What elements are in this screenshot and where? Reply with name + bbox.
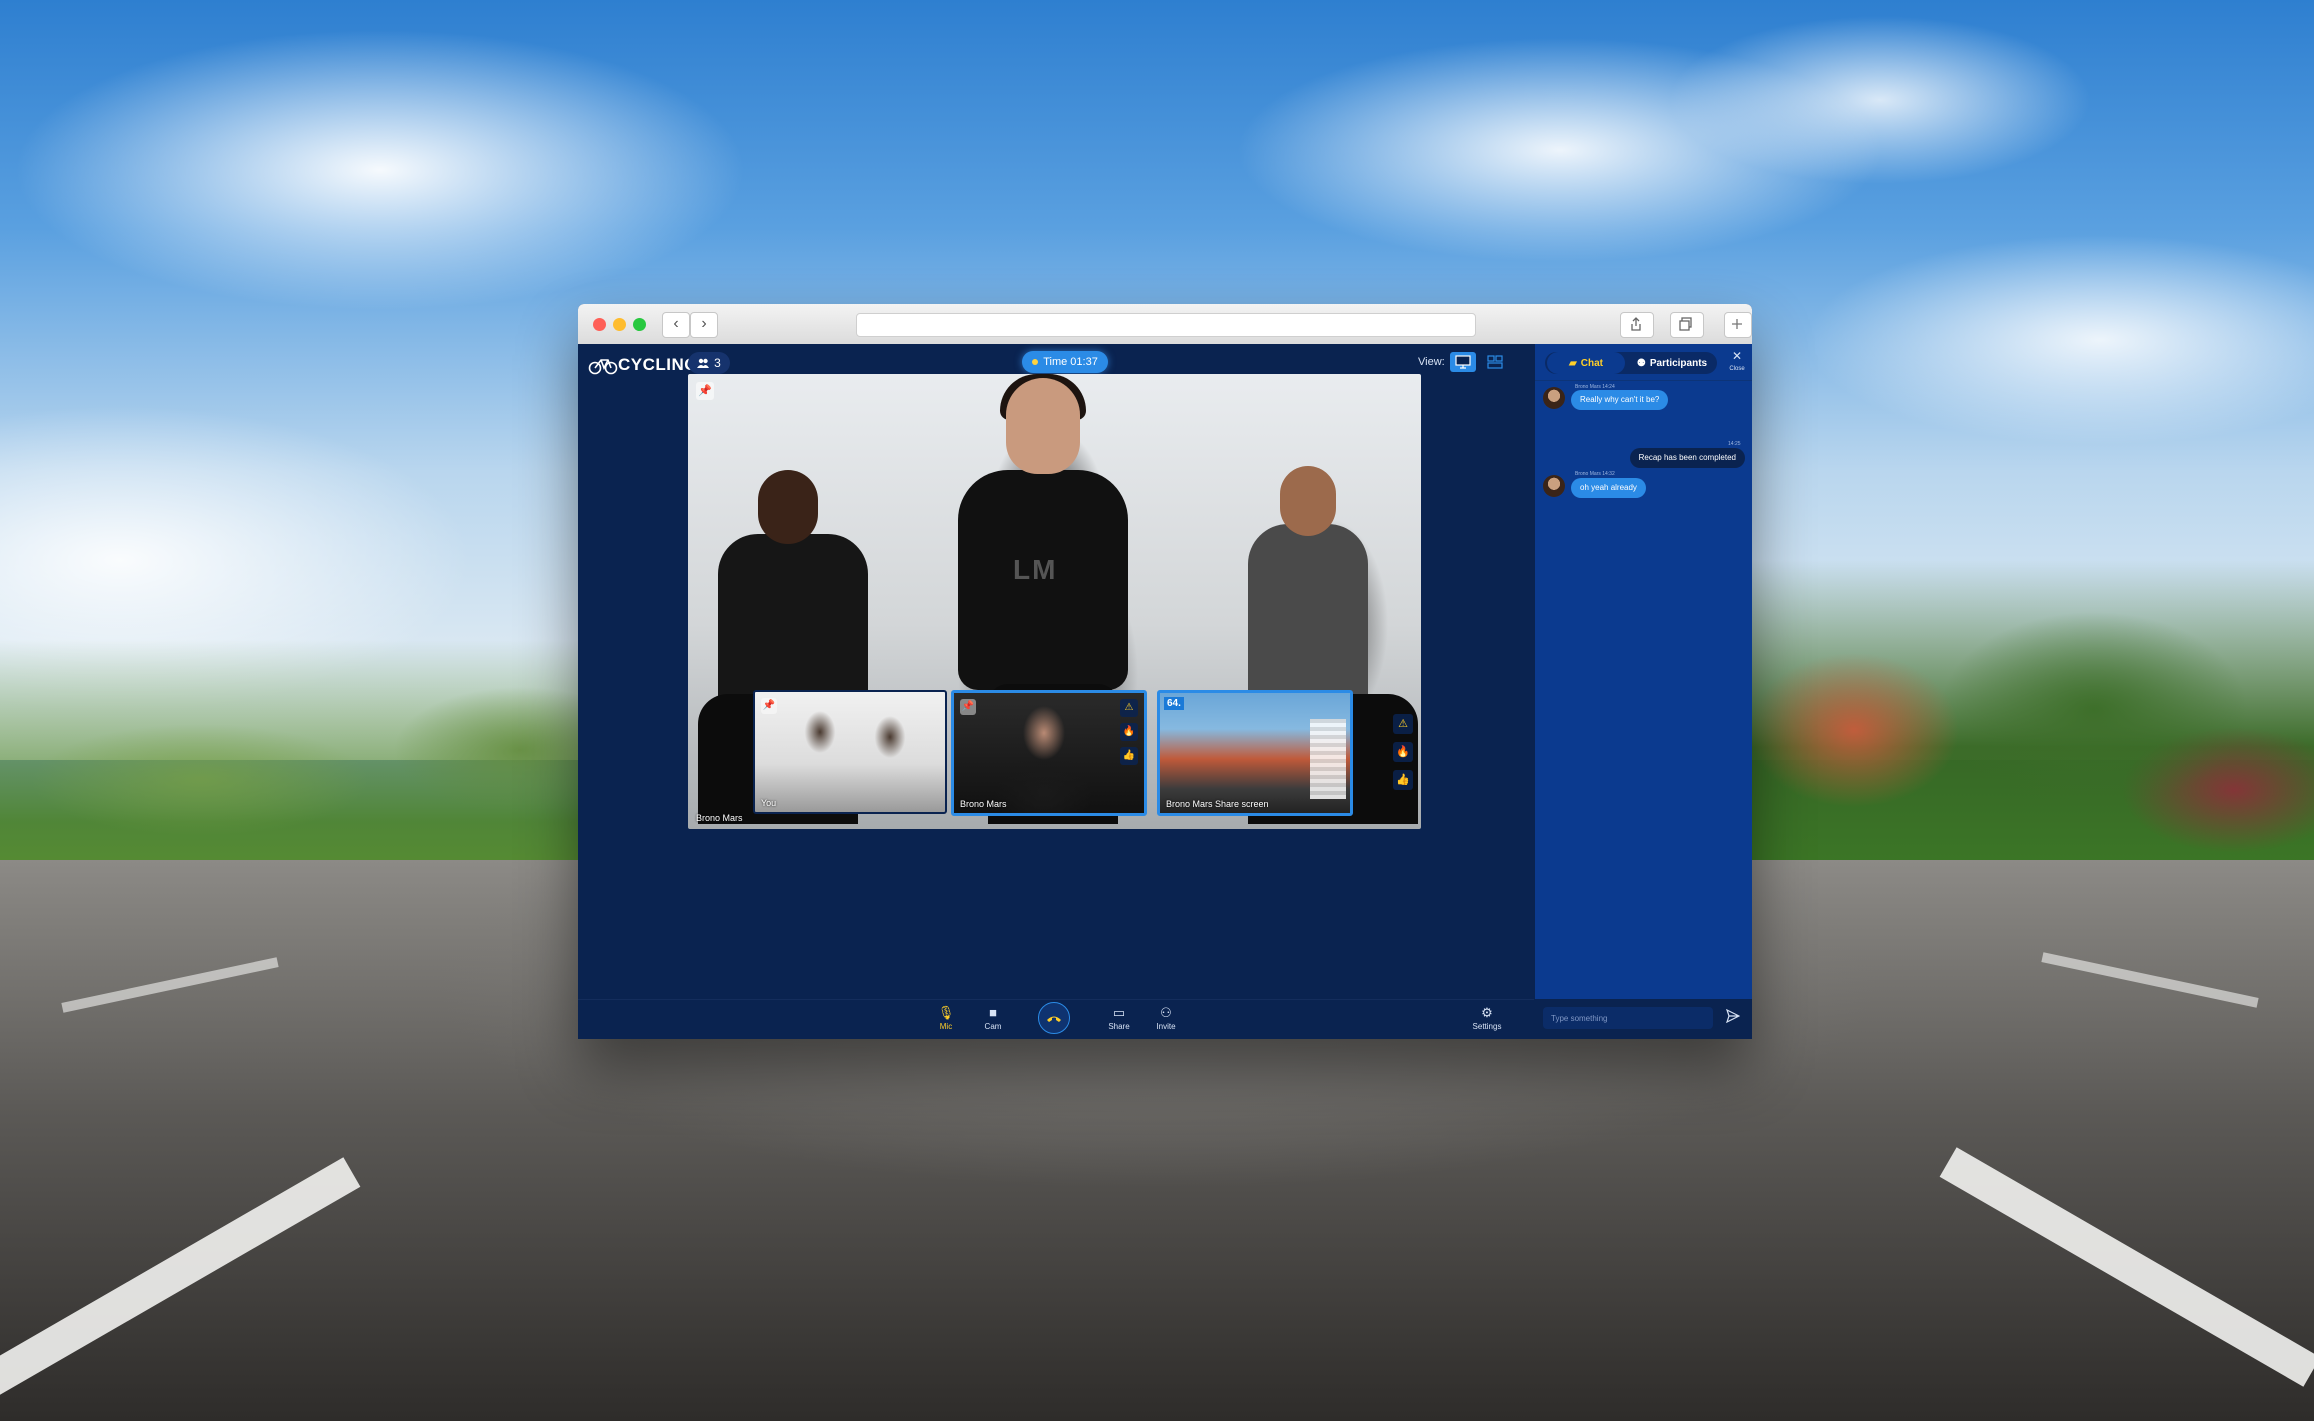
app: CYCLING 3 Time 01:37 View: LM 📌 ⚠ 🔥 👍 Br… xyxy=(578,344,1752,1039)
grid-icon xyxy=(1487,355,1503,369)
main-area: CYCLING 3 Time 01:37 View: LM 📌 ⚠ 🔥 👍 Br… xyxy=(578,344,1534,1039)
bicycle-icon xyxy=(588,359,618,375)
cam-button[interactable]: ■ Cam xyxy=(973,1004,1013,1031)
pin-icon[interactable]: 📌 xyxy=(696,382,714,400)
reaction-stack: ⚠ 🔥 👍 xyxy=(1120,699,1138,765)
thumbnail-share-screen[interactable]: 64. Brono Mars Share screen xyxy=(1157,690,1353,816)
settings-button[interactable]: ⚙ Settings xyxy=(1467,1004,1507,1031)
thumbnail-strip: 📌 You 📌 ⚠ 🔥 👍 Brono Mars 64. Brono Mars … xyxy=(753,690,1373,816)
thumbnail-brono-mars[interactable]: 📌 ⚠ 🔥 👍 Brono Mars xyxy=(951,690,1147,816)
chat-message: Really why can't it be? xyxy=(1571,390,1669,410)
tab-participants-label: Participants xyxy=(1649,357,1708,369)
message-time: 14:25 xyxy=(1728,441,1741,447)
grid-view-button[interactable] xyxy=(1482,352,1508,372)
cam-label: Cam xyxy=(984,1022,1002,1031)
session-timer: Time 01:37 xyxy=(1022,351,1108,373)
fire-icon[interactable]: 🔥 xyxy=(1393,742,1413,762)
fire-icon[interactable]: 🔥 xyxy=(1120,723,1138,741)
chat-input-area xyxy=(1535,999,1752,1039)
share-label: Share xyxy=(1108,1022,1130,1031)
reaction-stack: ⚠ 🔥 👍 xyxy=(1393,714,1413,790)
view-label: View: xyxy=(1418,356,1445,368)
video-content xyxy=(1006,378,1080,474)
speaker-view-button[interactable] xyxy=(1450,352,1476,372)
minimize-window-button[interactable] xyxy=(613,318,626,331)
tab-chat-label: Chat xyxy=(1580,357,1603,369)
timer-text: Time 01:37 xyxy=(1043,356,1098,368)
participants-count-value: 3 xyxy=(714,356,721,370)
video-content xyxy=(758,470,818,544)
divider xyxy=(1535,380,1752,381)
participants-count[interactable]: 3 xyxy=(688,352,730,374)
invite-label: Invite xyxy=(1156,1022,1176,1031)
close-icon: ✕ xyxy=(1731,349,1743,363)
share-icon xyxy=(1631,317,1641,331)
browser-tabs-button[interactable] xyxy=(1670,312,1704,338)
thumbnail-name: You xyxy=(761,798,777,808)
video-camera-icon: ■ xyxy=(989,1005,997,1020)
avatar xyxy=(1543,475,1565,497)
chat-message: oh yeah already xyxy=(1571,478,1646,498)
warning-icon[interactable]: ⚠ xyxy=(1120,699,1138,717)
thumbs-up-icon[interactable]: 👍 xyxy=(1120,747,1138,765)
video-content xyxy=(1248,524,1368,704)
microphone-icon: 🎙 xyxy=(937,1005,955,1020)
chat-message: Recap has been completed xyxy=(1629,448,1745,468)
pin-icon[interactable]: 📌 xyxy=(761,698,777,714)
thumbnail-name: Brono Mars Share screen xyxy=(1166,799,1269,809)
screen-leaderboard xyxy=(1310,719,1346,799)
invite-button[interactable]: ⚇ Invite xyxy=(1146,1004,1186,1031)
settings-label: Settings xyxy=(1472,1022,1502,1031)
close-sidebar-button[interactable]: ✕ Close xyxy=(1727,350,1747,375)
people-icon: ⚉ xyxy=(1636,357,1646,369)
timer-dot-icon xyxy=(1032,359,1039,365)
browser-chrome: ‹ › xyxy=(578,304,1752,345)
browser-window: ‹ › CYCLING 3 Time 01:37 View: LM 📌 ⚠ 🔥 … xyxy=(578,304,1752,1039)
close-label: Close xyxy=(1729,366,1745,372)
new-tab-button[interactable] xyxy=(1724,312,1752,338)
forward-button[interactable]: › xyxy=(690,312,718,338)
video-content xyxy=(1280,466,1336,536)
chat-bubble-icon: ▰ xyxy=(1569,357,1577,369)
pin-icon[interactable]: 📌 xyxy=(960,699,976,715)
send-button[interactable] xyxy=(1723,1008,1743,1029)
logo: CYCLING xyxy=(588,352,698,378)
thumbnail-you[interactable]: 📌 You xyxy=(753,690,947,814)
screen-hud: 64. xyxy=(1164,697,1184,710)
address-bar[interactable] xyxy=(856,313,1476,337)
tab-chat[interactable]: ▰ Chat xyxy=(1547,352,1625,374)
phone-hangup-icon xyxy=(1047,1016,1061,1022)
people-icon xyxy=(697,358,710,368)
mic-label: Mic xyxy=(939,1022,953,1031)
main-video-participant-name: Brono Mars xyxy=(696,813,743,823)
trees-right xyxy=(1674,560,2314,900)
message-sender: Brono Mars 14:32 xyxy=(1575,471,1615,477)
tabs-icon xyxy=(1679,317,1692,331)
logo-text: CYCLING xyxy=(618,355,698,374)
close-window-button[interactable] xyxy=(593,318,606,331)
monitor-icon xyxy=(1455,355,1471,369)
chat-input[interactable] xyxy=(1543,1007,1713,1029)
send-icon xyxy=(1725,1008,1741,1024)
warning-icon[interactable]: ⚠ xyxy=(1393,714,1413,734)
tab-participants[interactable]: ⚉ Participants xyxy=(1629,352,1715,374)
thumbnail-name: Brono Mars xyxy=(960,799,1007,809)
plus-icon xyxy=(1732,319,1742,329)
hang-up-button[interactable] xyxy=(1038,1002,1070,1034)
gear-icon: ⚙ xyxy=(1481,1005,1493,1020)
maximize-window-button[interactable] xyxy=(633,318,646,331)
screen-share-icon: ▭ xyxy=(1112,1005,1126,1020)
back-button[interactable]: ‹ xyxy=(662,312,690,338)
mic-button[interactable]: 🎙 Mic xyxy=(926,1004,966,1031)
avatar xyxy=(1543,387,1565,409)
add-user-icon: ⚇ xyxy=(1160,1005,1172,1020)
thumbs-up-icon[interactable]: 👍 xyxy=(1393,770,1413,790)
browser-share-button[interactable] xyxy=(1620,312,1654,338)
shirt-text: LM xyxy=(1013,554,1058,585)
call-toolbar: 🎙 Mic ■ Cam ▭ Share ⚇ Invite ⚙ Settings xyxy=(578,999,1534,1039)
share-screen-button[interactable]: ▭ Share xyxy=(1099,1004,1139,1031)
chat-sidebar: ▰ Chat ⚉ Participants ✕ Close Brono Mars… xyxy=(1534,344,1752,1039)
sidebar-tabs: ▰ Chat ⚉ Participants xyxy=(1545,352,1717,374)
